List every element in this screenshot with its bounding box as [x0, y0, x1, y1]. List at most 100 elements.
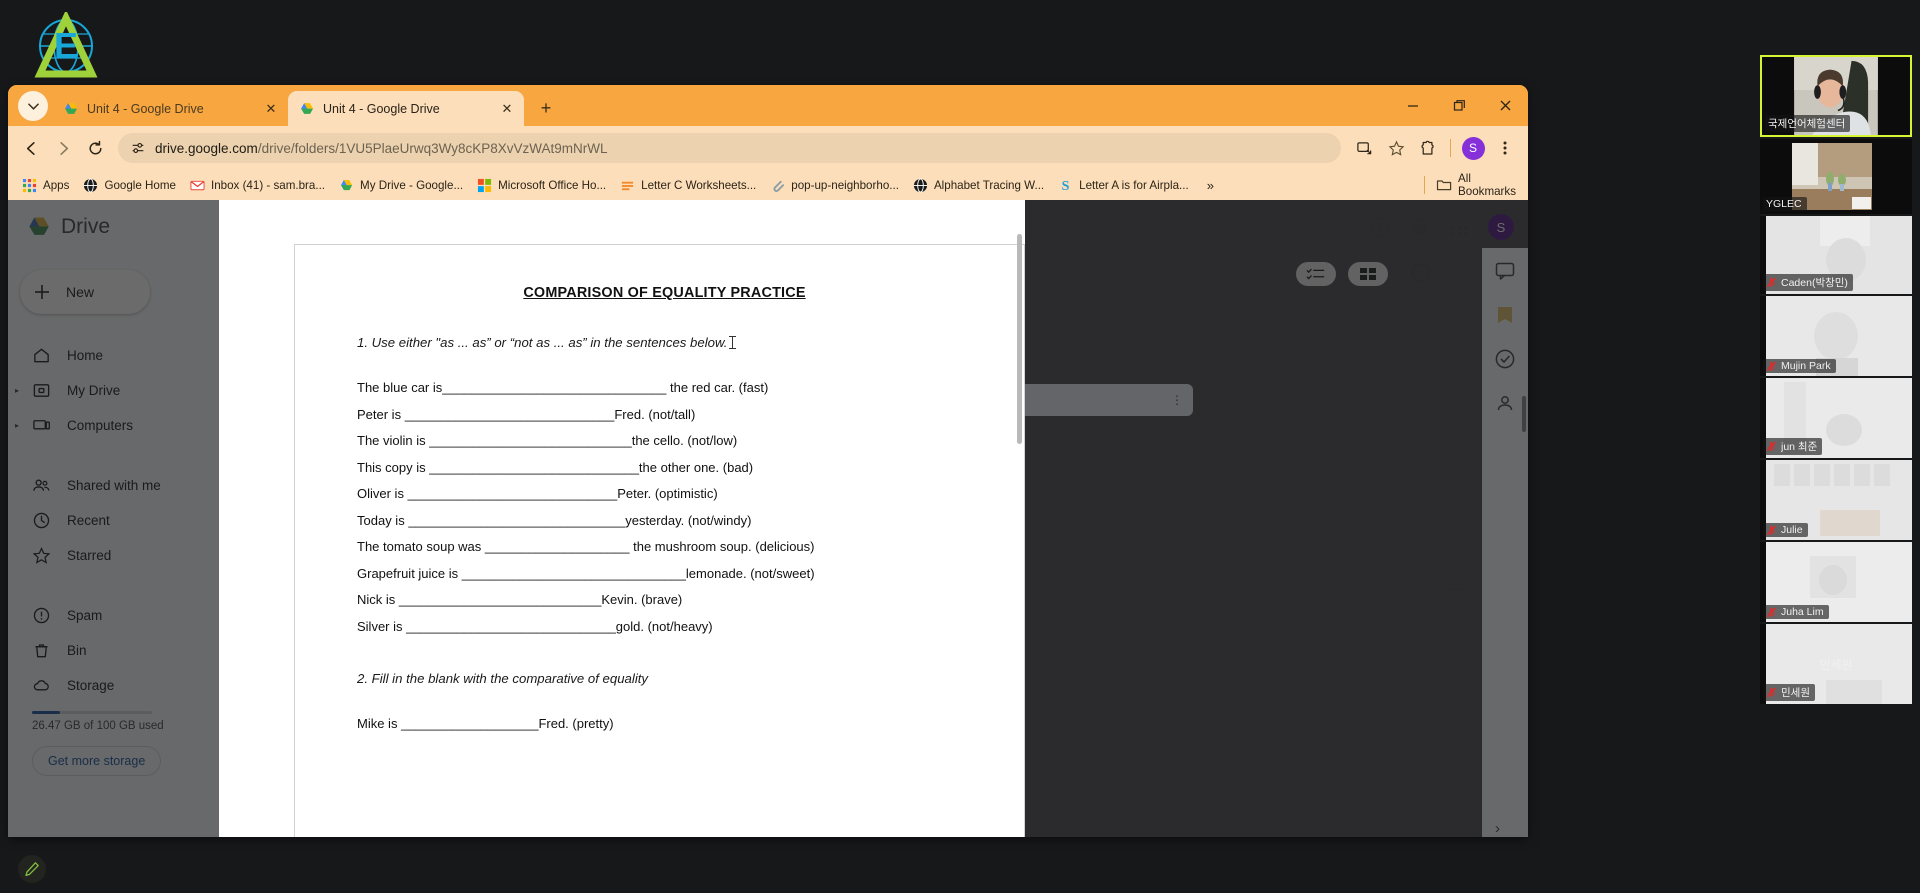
chevron-right-icon[interactable]: ▸ — [15, 386, 19, 395]
drive-brand-label: Drive — [61, 215, 111, 238]
sidebar-item-bin[interactable]: Bin — [8, 638, 224, 662]
exercise-line: Today is ______________________________y… — [357, 512, 752, 528]
zoom-participant-tile[interactable]: 국제언어체험센터 — [1760, 55, 1912, 137]
extensions-icon[interactable] — [1413, 133, 1443, 163]
drive-view-toggle — [1296, 262, 1388, 286]
bookmarks-bar: Apps Google Home Inbox (41) - sam.bra... — [8, 170, 1528, 200]
profile-button[interactable]: S — [1458, 133, 1488, 163]
close-window-button[interactable] — [1482, 85, 1528, 126]
tasks-icon[interactable] — [1494, 348, 1516, 370]
close-icon[interactable]: ✕ — [498, 100, 516, 118]
maximize-restore-button[interactable] — [1436, 85, 1482, 126]
document-scrollbar-thumb[interactable] — [1017, 234, 1022, 444]
participant-name-badge: 민세원 — [1763, 684, 1815, 701]
forward-button[interactable] — [48, 133, 78, 163]
contacts-icon[interactable] — [1494, 392, 1516, 414]
bookmark-item-pop-up-neighborhood[interactable]: pop-up-neighborho... — [764, 175, 905, 196]
details-info-icon[interactable] — [1410, 262, 1432, 284]
drive-side-rail — [1482, 248, 1528, 837]
zoom-participant-tile[interactable]: Caden(박창민) — [1760, 216, 1912, 294]
account-avatar[interactable]: S — [1488, 214, 1514, 240]
chat-icon[interactable] — [1494, 260, 1516, 282]
zoom-participant-tile[interactable]: YGLEC — [1760, 139, 1912, 214]
new-tab-button[interactable]: + — [532, 94, 560, 122]
reload-button[interactable] — [80, 133, 110, 163]
bookmarks-overflow-button[interactable]: » — [1201, 175, 1220, 196]
get-more-storage-button[interactable]: Get more storage — [32, 746, 162, 776]
table-row[interactable]: ⋮ — [1018, 416, 1193, 448]
pencil-icon — [25, 862, 39, 877]
bookmark-label: Alphabet Tracing W... — [933, 178, 1045, 192]
add-shortcut-button[interactable] — [1444, 577, 1468, 601]
participant-name-badge: jun 최준 — [1763, 438, 1823, 455]
sidebar-item-home[interactable]: Home — [8, 343, 224, 367]
zoom-participant-tile[interactable]: jun 최준 — [1760, 378, 1912, 458]
cloud-icon — [33, 679, 49, 690]
sidebar-item-recent[interactable]: Recent — [8, 508, 224, 532]
site-settings-icon[interactable] — [130, 140, 146, 156]
bookmark-label: My Drive - Google... — [360, 178, 464, 192]
google-drive-icon — [65, 102, 77, 114]
table-row[interactable]: ⋮ — [1018, 320, 1193, 352]
sidebar-item-spam[interactable]: Spam — [8, 603, 224, 627]
browser-tab-1[interactable]: Unit 4 - Google Drive ✕ — [52, 91, 288, 126]
grid-view-button[interactable] — [1348, 262, 1388, 286]
keep-icon[interactable] — [1494, 304, 1516, 326]
participant-name-badge: Mujin Park — [1763, 359, 1836, 373]
table-row[interactable]: ⋮ — [1018, 448, 1193, 480]
sidebar-item-shared-with-me[interactable]: Shared with me — [8, 473, 224, 497]
zoom-participant-tile[interactable]: Mujin Park — [1760, 296, 1912, 376]
bookmark-item-google-home[interactable]: Google Home — [77, 175, 182, 196]
sidebar-item-storage[interactable]: Storage — [8, 673, 224, 697]
sidebar-item-label: Recent — [67, 512, 110, 528]
bookmark-item-alphabet-tracing[interactable]: Alphabet Tracing W... — [907, 175, 1050, 196]
drive-new-button[interactable]: New — [20, 270, 150, 314]
sidebar-item-computers[interactable]: ▸ Computers — [8, 413, 224, 437]
sidebar-item-label: Spam — [67, 607, 103, 623]
minimize-button[interactable] — [1390, 85, 1436, 126]
apps-grid-icon — [22, 178, 37, 192]
participant-name: Juha Lim — [1781, 606, 1824, 618]
install-app-icon[interactable] — [1349, 133, 1379, 163]
zoom-participant-tile[interactable]: Juha Lim — [1760, 542, 1912, 622]
tab-search-button[interactable] — [18, 91, 48, 121]
bookmark-item-letter-c-worksheets[interactable]: Letter C Worksheets... — [614, 175, 762, 196]
gear-icon[interactable] — [1408, 216, 1430, 238]
bookmark-item-apps[interactable]: Apps — [16, 175, 75, 196]
bookmark-label: Apps — [43, 178, 70, 192]
bookmark-item-letter-a-airplane[interactable]: S Letter A is for Airpla... — [1052, 175, 1195, 196]
sidebar-item-starred[interactable]: Starred — [8, 543, 224, 567]
zoom-participant-tile[interactable]: 민세원 민세원 — [1760, 624, 1912, 704]
sidebar-item-my-drive[interactable]: ▸ My Drive — [8, 378, 224, 402]
list-view-button[interactable] — [1296, 262, 1336, 286]
participant-name: Julie — [1781, 524, 1803, 536]
url-host: drive.google.com — [155, 140, 258, 156]
chevron-right-icon[interactable]: ▸ — [15, 421, 19, 430]
bookmark-item-inbox[interactable]: Inbox (41) - sam.bra... — [184, 175, 331, 196]
tab-title: Unit 4 - Google Drive — [323, 101, 440, 116]
participant-name: jun 최준 — [1781, 441, 1818, 453]
annotate-pencil-button[interactable] — [18, 855, 46, 883]
bookmark-star-icon[interactable] — [1381, 133, 1411, 163]
microphone-muted-icon — [1766, 607, 1777, 617]
address-bar[interactable]: drive.google.com/drive/folders/1VU5PlaeU… — [118, 133, 1341, 163]
bookmark-item-my-drive[interactable]: My Drive - Google... — [333, 175, 469, 196]
help-icon[interactable] — [1368, 216, 1390, 238]
document-title: COMPARISON OF EQUALITY PRACTICE — [523, 285, 806, 301]
chrome-menu-button[interactable] — [1490, 133, 1520, 163]
window-controls — [1390, 85, 1528, 126]
browser-tab-2[interactable]: Unit 4 - Google Drive ✕ — [288, 91, 524, 126]
close-icon[interactable]: ✕ — [262, 100, 280, 118]
table-row[interactable]: ⋮ — [1018, 352, 1193, 384]
bookmark-label: pop-up-neighborho... — [791, 178, 899, 192]
bookmark-item-microsoft-office[interactable]: Microsoft Office Ho... — [471, 175, 612, 196]
google-apps-icon[interactable] — [1448, 216, 1470, 238]
all-bookmarks-entry[interactable]: All Bookmarks — [1419, 172, 1520, 198]
drive-logo[interactable]: Drive — [8, 200, 224, 240]
participant-name: Mujin Park — [1781, 360, 1831, 372]
back-button[interactable] — [16, 133, 46, 163]
page-scrollbar-thumb[interactable] — [1522, 396, 1526, 432]
table-row[interactable]: ⋮ — [1018, 384, 1193, 416]
zoom-participant-tile[interactable]: Julie — [1760, 460, 1912, 540]
next-page-arrow-icon[interactable]: › — [1495, 820, 1500, 837]
